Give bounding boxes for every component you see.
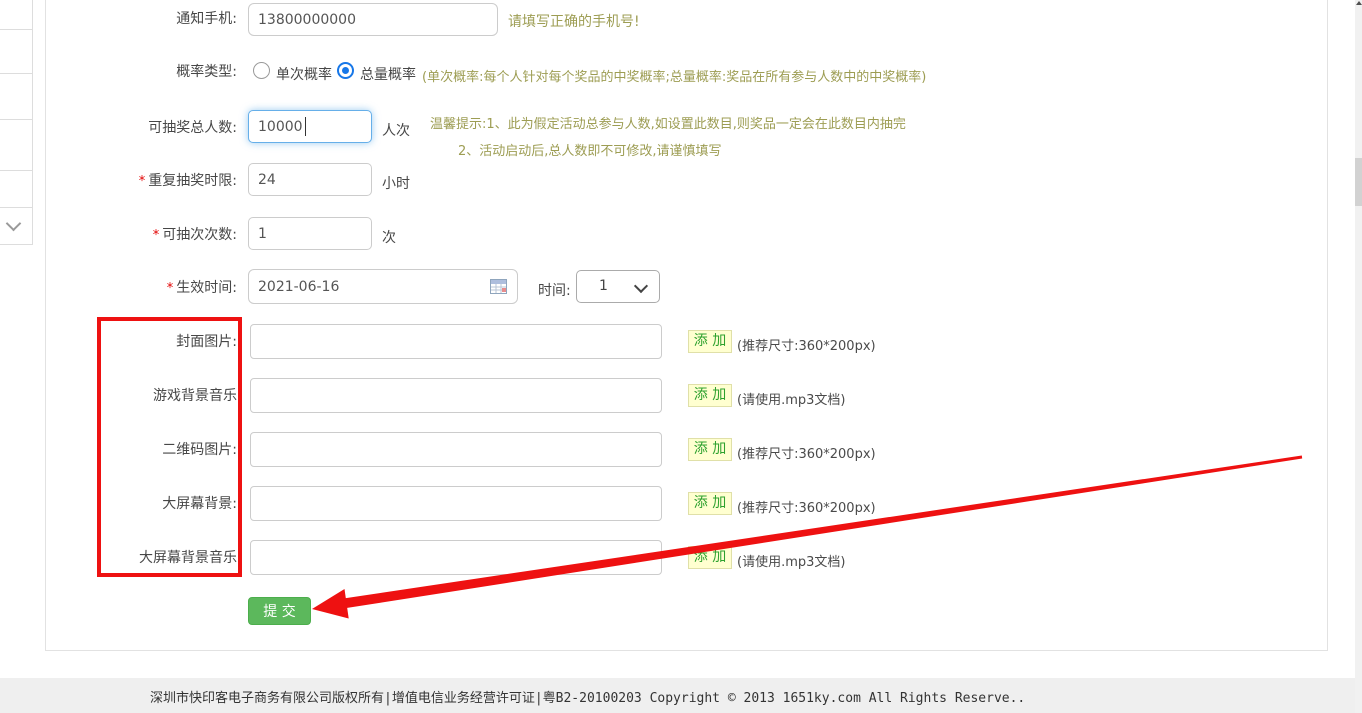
probability-radio-single[interactable] [253,62,270,79]
notify-phone-hint: 请填写正确的手机号! [508,14,640,30]
bigscreen-music-label: 大屏幕背景音乐 [139,550,237,566]
bigscreen-music-add-button[interactable]: 添 加 [688,546,732,569]
probability-hint: (单次概率:每个人针对每个奖品的中奖概率;总量概率:奖品在所有参与人数中的中奖概… [422,70,927,85]
chevron-down-icon [633,278,649,294]
sidebar-item[interactable] [0,29,33,74]
required-marker: * [138,174,146,189]
submit-button[interactable]: 提 交 [248,597,311,625]
sidebar-item[interactable] [0,0,33,30]
game-music-hint: (请使用.mp3文档) [737,393,846,408]
notify-phone-label: 通知手机: [176,11,237,27]
draw-count-input[interactable] [248,217,372,250]
cover-image-hint: (推荐尺寸:360*200px) [737,339,876,354]
bigscreen-bg-hint: (推荐尺寸:360*200px) [737,501,876,516]
probability-radio-total[interactable] [337,62,354,79]
draw-count-unit: 次 [382,230,396,246]
qrcode-image-input[interactable] [250,432,662,467]
sidebar-item[interactable] [0,170,33,208]
effective-date-label: * 生效时间: [166,280,237,296]
sidebar-fragment [0,0,33,245]
sidebar-item-expander[interactable] [0,207,33,245]
calendar-icon[interactable] [490,278,507,294]
cover-image-input[interactable] [250,324,662,359]
game-music-input[interactable] [250,378,662,413]
scrollbar-track[interactable] [1355,0,1362,713]
total-people-unit: 人次 [382,123,410,139]
bigscreen-music-input[interactable] [250,540,662,575]
time-label: 时间: [538,283,571,299]
scrollbar-up-arrow-icon [1356,1,1362,5]
sidebar-item[interactable] [0,119,33,171]
effective-date-input[interactable] [248,269,518,304]
total-people-tip-1: 温馨提示:1、此为假定活动总参与人数,如设置此数目,则奖品一定会在此数目内抽完 [430,117,906,132]
bigscreen-bg-add-button[interactable]: 添 加 [688,492,732,515]
qrcode-image-label: 二维码图片: [162,442,237,458]
notify-phone-input[interactable] [248,3,498,36]
repeat-limit-unit: 小时 [382,176,410,192]
game-music-label: 游戏背景音乐 [153,388,237,404]
footer: 深圳市快印客电子商务有限公司版权所有|增值电信业务经营许可证|粤B2-20100… [0,678,1362,713]
probability-radio-total-label[interactable]: 总量概率 [360,64,416,84]
total-people-label: 可抽奖总人数: [148,120,237,136]
footer-copyright-text: 深圳市快印客电子商务有限公司版权所有|增值电信业务经营许可证|粤B2-20100… [150,691,1026,706]
scrollbar-thumb[interactable] [1355,158,1362,206]
required-marker: * [152,228,160,243]
time-select-value: 1 [599,278,608,294]
required-marker: * [166,281,174,296]
text-caret [305,117,306,136]
repeat-limit-label: * 重复抽奖时限: [138,173,237,189]
repeat-limit-input[interactable] [248,163,372,196]
total-people-input[interactable] [248,110,372,143]
qrcode-image-hint: (推荐尺寸:360*200px) [737,447,876,462]
total-people-tip-2: 2、活动启动后,总人数即不可修改,请谨慎填写 [458,144,722,159]
chevron-down-icon [5,215,22,232]
qrcode-image-add-button[interactable]: 添 加 [688,438,732,461]
sidebar-item[interactable] [0,73,33,120]
cover-image-add-button[interactable]: 添 加 [688,330,732,353]
bigscreen-bg-label: 大屏幕背景: [162,496,237,512]
probability-label: 概率类型: [176,64,237,80]
bigscreen-bg-input[interactable] [250,486,662,521]
cover-image-label: 封面图片: [176,334,237,350]
game-music-add-button[interactable]: 添 加 [688,384,732,407]
draw-count-label: * 可抽次次数: [152,227,237,243]
probability-radio-single-label[interactable]: 单次概率 [276,64,332,84]
bigscreen-music-hint: (请使用.mp3文档) [737,555,846,570]
time-select[interactable]: 1 [576,270,660,303]
